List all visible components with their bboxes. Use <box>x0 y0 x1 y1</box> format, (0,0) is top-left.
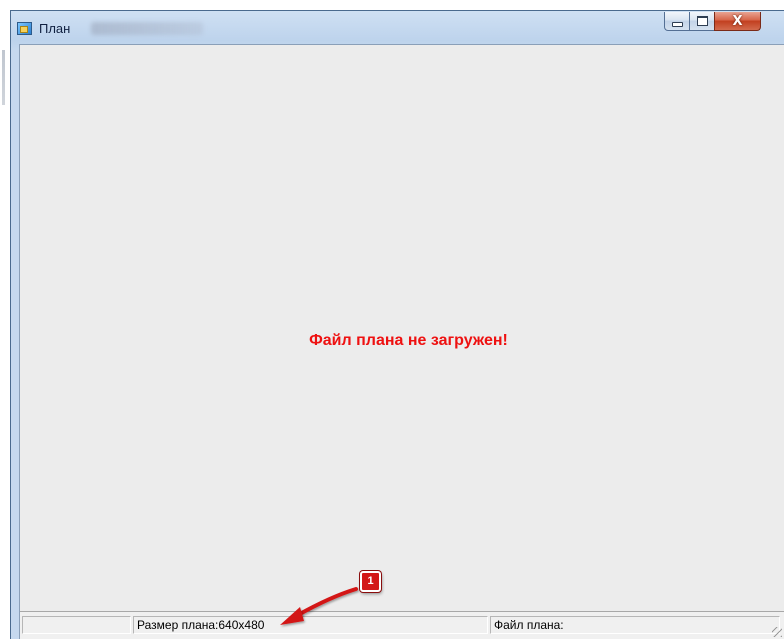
blurred-title-text <box>91 22 203 35</box>
plan-view-area[interactable]: Файл плана не загружен! Размер плана:640… <box>19 44 784 639</box>
window-title: План <box>39 21 71 36</box>
annotation-badge: 1 <box>360 571 381 592</box>
title-bar[interactable]: План X <box>11 11 784 44</box>
status-bar: Размер плана:640x480 Файл плана: <box>20 611 784 639</box>
maximize-icon <box>696 16 708 26</box>
status-panel-1 <box>22 616 131 634</box>
minimize-button[interactable] <box>664 12 690 31</box>
annotation-arrow-icon <box>280 587 358 625</box>
no-plan-message: Файл плана не загружен! <box>309 332 508 349</box>
status-plan-file: Файл плана: <box>490 616 780 634</box>
left-edge-strip <box>0 0 10 639</box>
resize-grip-icon[interactable] <box>772 627 782 637</box>
app-icon[interactable] <box>17 22 32 35</box>
close-icon: X <box>732 13 743 29</box>
minimize-icon <box>671 21 683 27</box>
plan-window: План X Файл плана не загружен! Размер пл… <box>10 10 784 639</box>
close-button[interactable]: X <box>714 12 761 31</box>
maximize-button[interactable] <box>689 12 715 31</box>
